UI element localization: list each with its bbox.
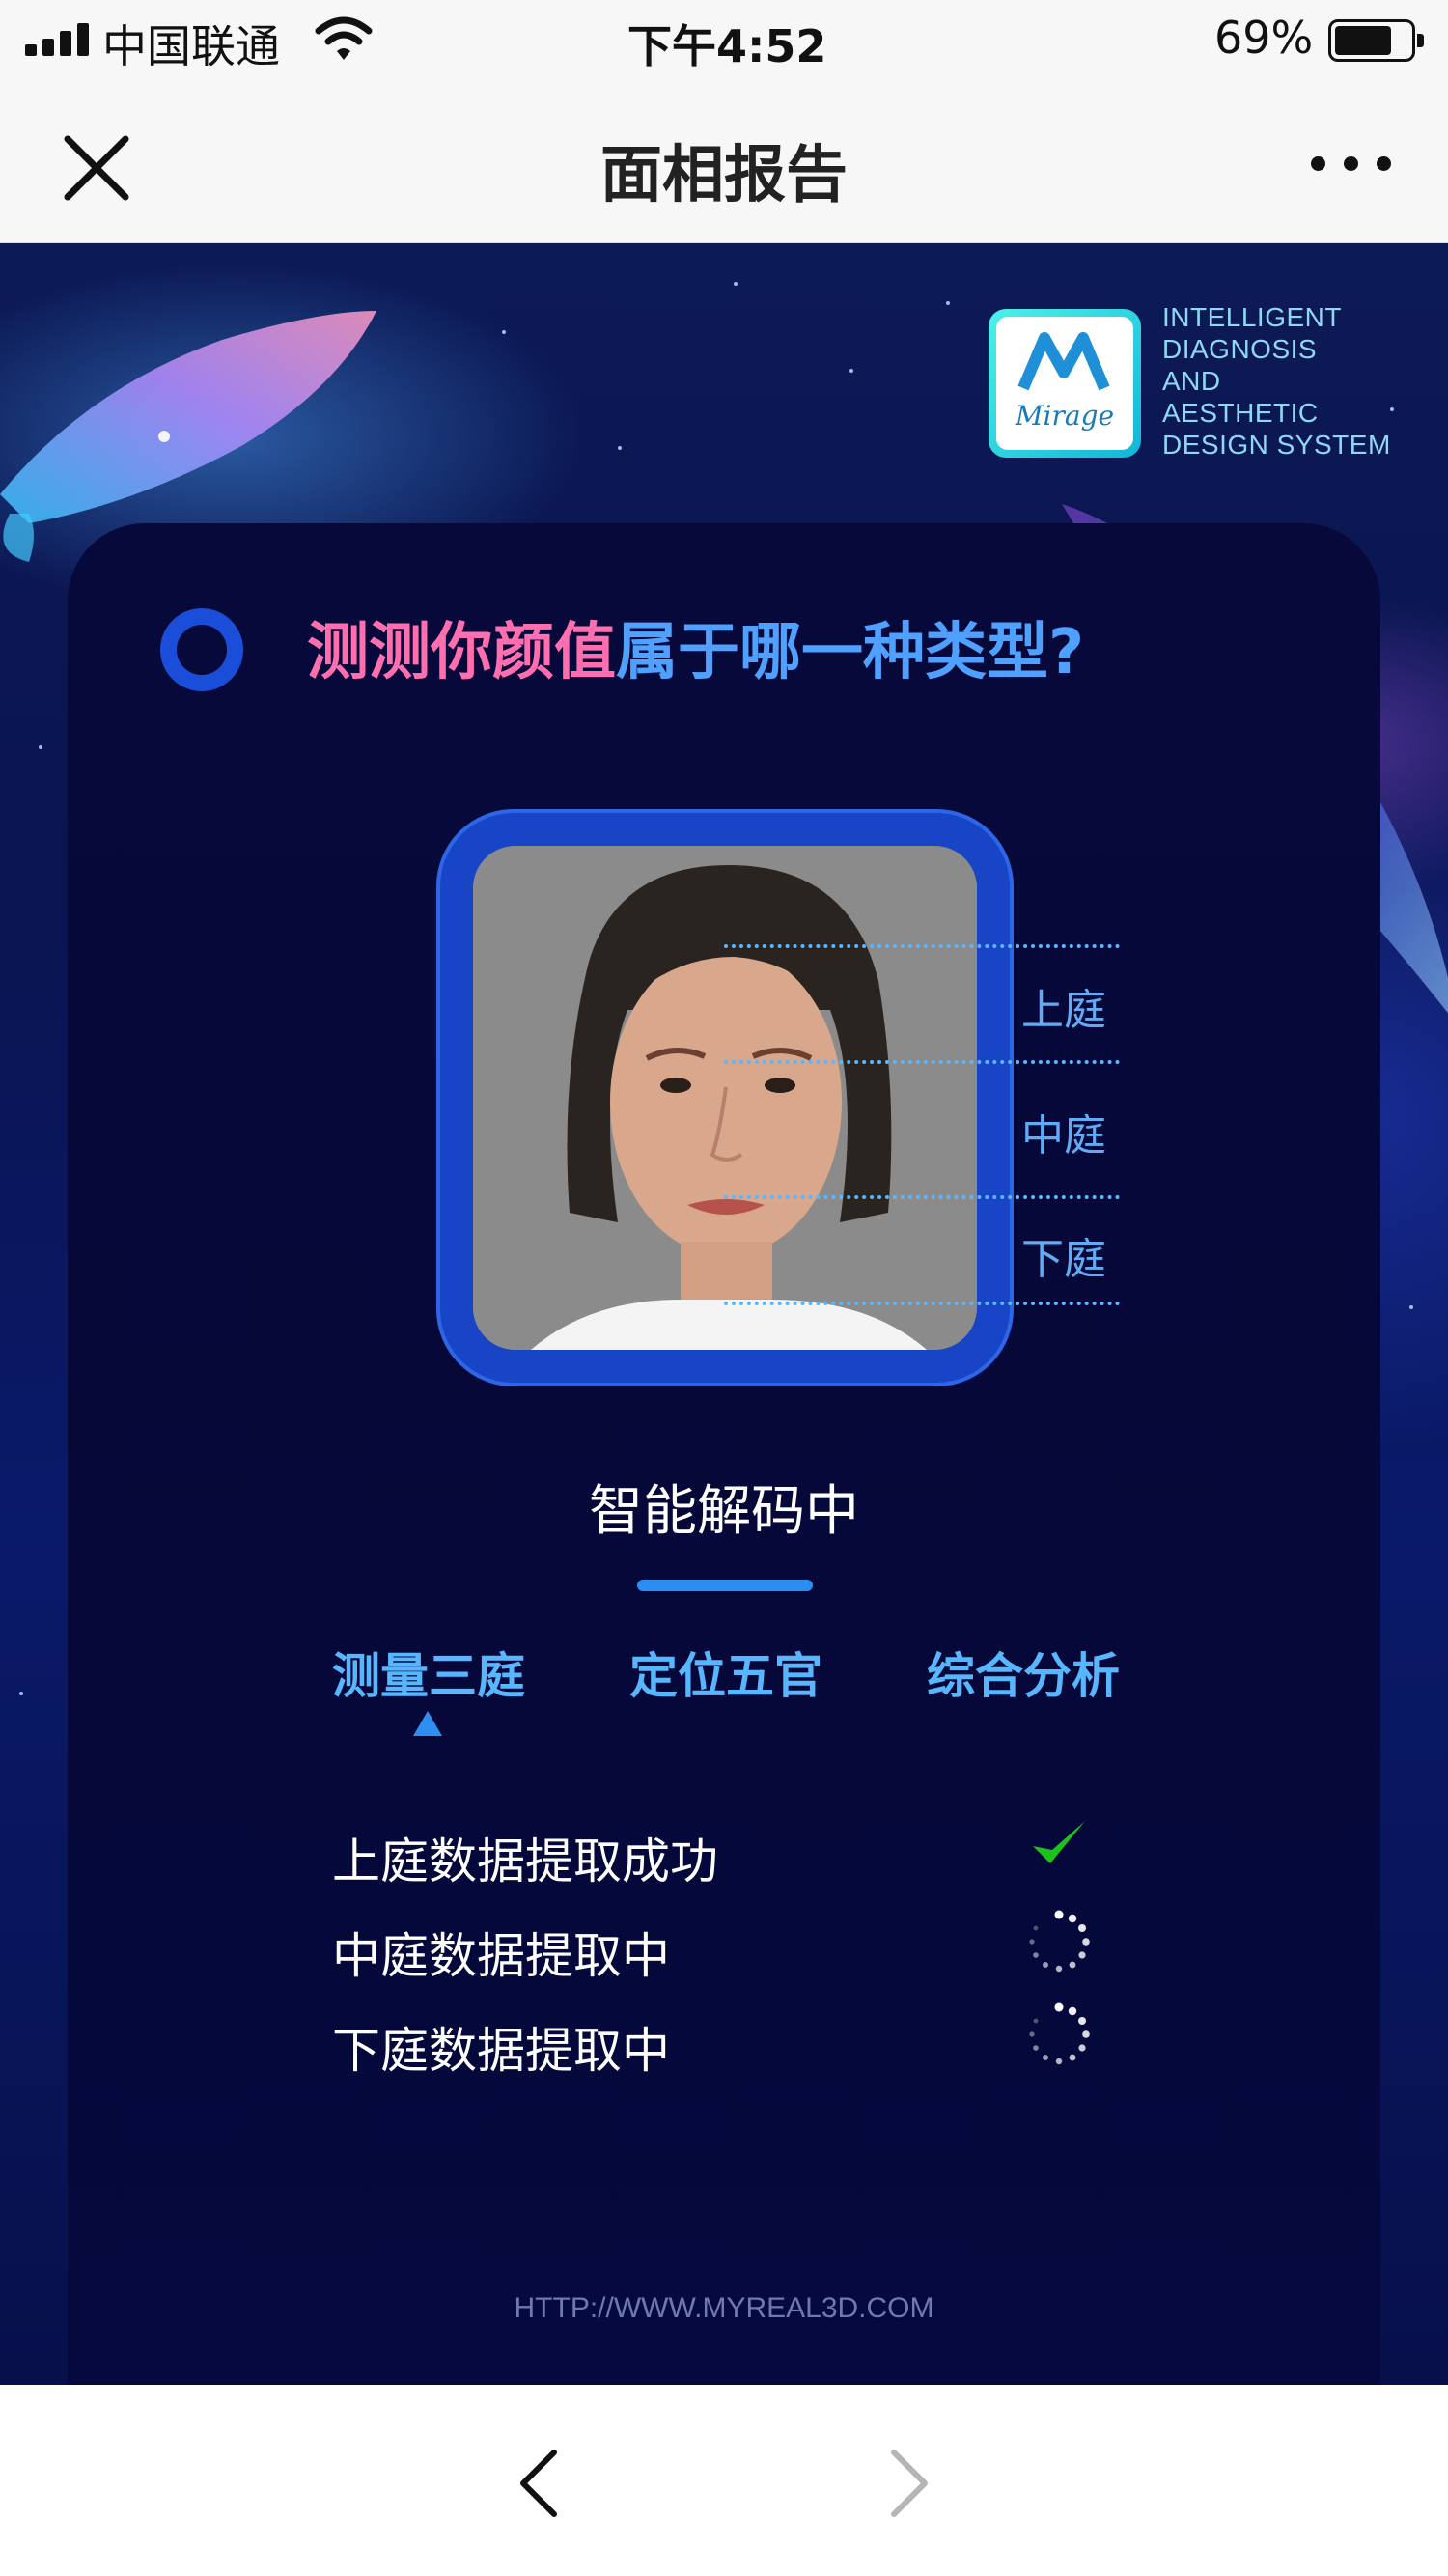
navigation-bar: 面相报告 [0,81,1448,243]
zone-divider-line [724,1060,1120,1064]
portrait-image [473,846,977,1350]
battery-fill [1335,26,1391,55]
loading-spinner-icon [1029,2002,1090,2065]
zone-label-upper: 上庭 [1021,986,1106,1035]
active-tab-indicator [413,1711,442,1736]
checkmark-icon [1033,1821,1085,1863]
title-ring-icon [160,608,243,691]
loading-spinner-icon [1029,1910,1090,1973]
decoding-status: 智能解码中 [589,1480,859,1543]
tagline-line: INTELLIGENT [1162,302,1342,332]
zone-divider-line [724,944,1120,948]
status-underline [637,1580,813,1591]
tagline-line: AESTHETIC [1162,398,1319,428]
tab-locate-features[interactable]: 定位五官 [629,1638,822,1707]
logo-wordmark: Mirage [1015,400,1115,432]
battery-percentage: 69% [1214,12,1314,64]
card-heading: 测测你颜值属于哪一种类型? [307,602,1084,691]
heading-rest: 属于哪一种类型? [616,617,1085,688]
face-photo-frame [436,809,1014,1386]
website-url[interactable]: HTTP://WWW.MYREAL3D.COM [0,2292,1448,2325]
mirage-m-logo-icon [1017,332,1110,391]
chevron-right-icon[interactable] [880,2445,938,2522]
step-label-lower: 下庭数据提取中 [332,2023,670,2079]
tab-comprehensive-analysis[interactable]: 综合分析 [927,1638,1120,1707]
tagline-line: AND [1162,366,1221,396]
tab-measure-three-zones[interactable]: 测量三庭 [332,1638,525,1707]
tagline-line: DESIGN SYSTEM [1162,430,1391,460]
analysis-card [68,523,1380,2385]
page-title: 面相报告 [600,140,848,211]
chevron-left-icon[interactable] [510,2445,568,2522]
system-tagline: INTELLIGENT DIAGNOSIS AND AESTHETIC DESI… [1162,301,1391,461]
report-content: Mirage INTELLIGENT DIAGNOSIS AND AESTHET… [0,243,1448,2385]
step-label-middle: 中庭数据提取中 [332,1928,670,1984]
status-bar: 中国联通 下午4:52 69% [0,0,1448,81]
face-photo [473,846,977,1350]
signal-strength-icon [25,23,89,56]
step-label-upper: 上庭数据提取成功 [332,1834,718,1890]
battery-icon [1328,19,1424,62]
carrier-name: 中国联通 [102,20,280,72]
wifi-icon [315,16,373,60]
zone-label-lower: 下庭 [1021,1235,1106,1284]
heading-highlight: 测测你颜值 [307,617,616,688]
more-dots-icon[interactable] [1303,149,1400,178]
browser-toolbar [0,2385,1448,2576]
zone-divider-line [724,1302,1120,1305]
tagline-line: DIAGNOSIS [1162,334,1318,364]
zone-label-middle: 中庭 [1021,1111,1106,1161]
status-time: 下午4:52 [627,20,827,72]
whale-illustration-left [0,311,376,562]
zone-divider-line [724,1195,1120,1199]
mirage-logo: Mirage [989,309,1141,458]
